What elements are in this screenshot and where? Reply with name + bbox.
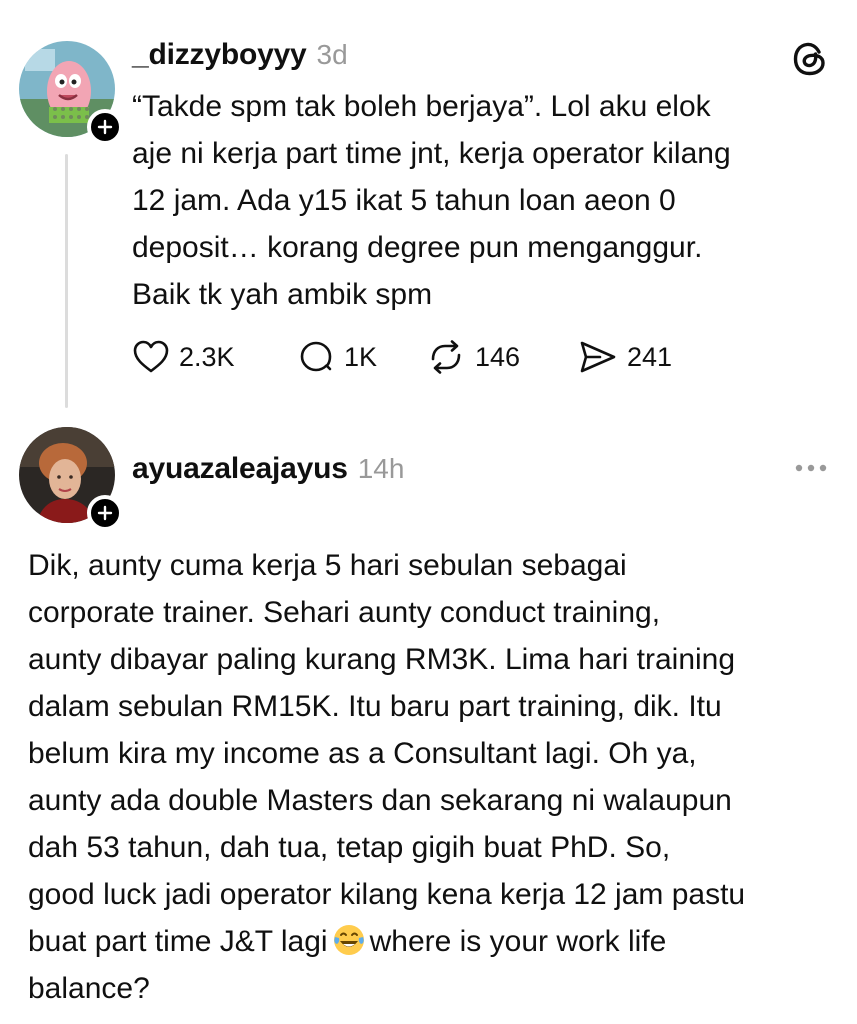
plus-icon	[97, 119, 113, 135]
heart-icon	[133, 340, 169, 373]
username[interactable]: ayuazaleajayus	[132, 452, 348, 486]
avatar-dizzyboyyy[interactable]	[19, 41, 123, 145]
post-header: _dizzyboyyy 3d	[132, 38, 348, 72]
follow-button[interactable]	[87, 495, 123, 531]
send-icon	[580, 341, 616, 373]
repost-icon	[431, 340, 461, 374]
share-count: 241	[627, 341, 673, 372]
plus-icon	[97, 505, 113, 521]
more-options-icon[interactable]	[791, 458, 831, 478]
repost-button[interactable]: 146	[426, 334, 520, 380]
tears-of-joy-emoji	[333, 925, 364, 955]
share-button[interactable]: 241	[578, 334, 672, 380]
follow-button[interactable]	[87, 109, 123, 145]
post-header: ayuazaleajayus 14h	[132, 452, 404, 486]
username[interactable]: _dizzyboyyy	[132, 38, 307, 72]
like-count: 2.3K	[179, 341, 235, 372]
comment-icon	[300, 341, 332, 372]
post-body: Dik, aunty cuma kerja 5 hari sebulan seb…	[28, 542, 848, 1012]
timestamp: 14h	[357, 453, 405, 484]
timestamp: 3d	[316, 39, 348, 70]
post-body-text: Dik, aunty cuma kerja 5 hari sebulan seb…	[28, 549, 746, 958]
thread-connector-line	[65, 154, 68, 408]
reply-count: 1K	[344, 341, 378, 372]
like-button[interactable]: 2.3K	[132, 334, 235, 380]
threads-logo-icon	[793, 42, 825, 76]
reply-button[interactable]: 1K	[297, 334, 377, 380]
avatar-ayuazaleajayus[interactable]	[19, 427, 123, 531]
post-body: “Takde spm tak boleh berjaya”. Lol aku e…	[132, 90, 731, 311]
repost-count: 146	[475, 341, 521, 372]
